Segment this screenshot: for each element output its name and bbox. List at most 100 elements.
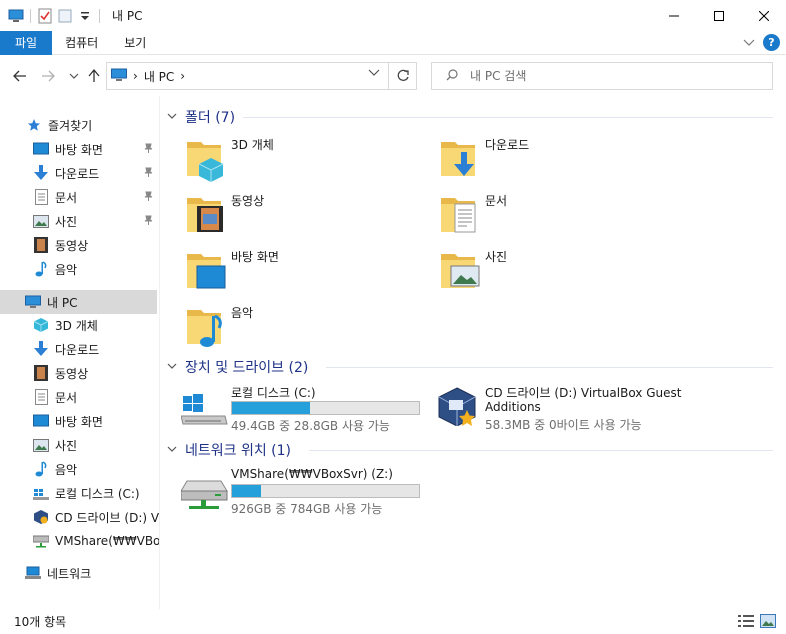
- drive-cd-d[interactable]: CD 드라이브 (D:) VirtualBox Guest Additions …: [435, 384, 735, 434]
- up-button[interactable]: [84, 66, 104, 86]
- drive-local-disk-c[interactable]: 로컬 디스크 (C:) 49.4GB 중 28.8GB 사용 가능: [181, 384, 441, 434]
- close-button[interactable]: [741, 0, 786, 31]
- large-icons-view-icon[interactable]: [760, 614, 776, 631]
- videos-icon: [33, 365, 49, 381]
- ribbon-tabs: 파일 컴퓨터 보기 ?: [0, 30, 786, 55]
- tab-view[interactable]: 보기: [111, 31, 159, 55]
- group-header-folders[interactable]: 폴더 (7): [167, 107, 235, 127]
- address-bar[interactable]: › 내 PC ›: [106, 62, 389, 90]
- network-drive-icon: [181, 480, 228, 509]
- nav-label: 바탕 화면: [55, 414, 103, 429]
- drive-name: CD 드라이브 (D:) VirtualBox Guest: [485, 386, 682, 400]
- nav-quick-music[interactable]: 음악: [0, 257, 157, 281]
- minimize-button[interactable]: [651, 0, 696, 31]
- nav-label: 바탕 화면: [55, 142, 103, 157]
- nav-label: 문서: [55, 190, 78, 205]
- search-input[interactable]: [470, 69, 750, 83]
- address-dropdown-button[interactable]: [368, 69, 380, 80]
- address-row: › 내 PC ›: [0, 56, 786, 96]
- nav-label: 동영상: [55, 366, 89, 381]
- folder-music[interactable]: 음악: [185, 304, 425, 356]
- nav-quick-pictures[interactable]: 사진: [0, 209, 157, 233]
- breadcrumb-separator[interactable]: ›: [180, 69, 185, 83]
- nav-quick-videos[interactable]: 동영상: [0, 233, 157, 257]
- maximize-button[interactable]: [696, 0, 741, 31]
- nav-label: 음악: [55, 462, 78, 477]
- nav-quick-desktop[interactable]: 바탕 화면: [0, 137, 157, 161]
- nav-quick-downloads[interactable]: 다운로드: [0, 161, 157, 185]
- toolbar-separator: [30, 8, 31, 23]
- help-button[interactable]: ?: [763, 34, 780, 51]
- folder-desktop[interactable]: 바탕 화면: [185, 248, 425, 300]
- folder-label: 다운로드: [485, 138, 530, 152]
- recent-locations-button[interactable]: [64, 66, 84, 86]
- group-title: 장치 및 드라이브 (2): [185, 360, 309, 376]
- drive-usage-bar: [231, 401, 420, 415]
- nav-this-pc[interactable]: 내 PC: [0, 290, 157, 314]
- folder-label: 문서: [485, 194, 508, 208]
- folder-videos[interactable]: 동영상: [185, 192, 425, 244]
- download-icon: [33, 341, 49, 357]
- search-box[interactable]: [431, 62, 773, 90]
- nav-label: 사진: [55, 214, 78, 229]
- window-title: 내 PC: [112, 9, 143, 23]
- ribbon-right-controls: ?: [743, 34, 780, 51]
- videos-icon: [33, 237, 49, 253]
- computer-icon[interactable]: [8, 8, 24, 24]
- folder-downloads[interactable]: 다운로드: [439, 136, 679, 188]
- group-header-network[interactable]: 네트워크 위치 (1): [167, 440, 291, 460]
- nav-network[interactable]: 네트워크: [0, 561, 157, 585]
- tab-computer[interactable]: 컴퓨터: [52, 31, 111, 55]
- folder-pictures[interactable]: 사진: [439, 248, 679, 300]
- new-folder-icon[interactable]: [57, 8, 73, 24]
- nav-pc-cd-drive[interactable]: CD 드라이브 (D:) V: [0, 505, 159, 529]
- nav-pc-pictures[interactable]: 사진: [0, 433, 157, 457]
- customize-toolbar-icon[interactable]: [77, 8, 93, 24]
- nav-label: VMShare(₩₩VBoxS: [55, 534, 160, 548]
- computer-icon: [25, 294, 41, 310]
- drive-space-info: 49.4GB 중 28.8GB 사용 가능: [231, 419, 390, 433]
- breadcrumb-this-pc[interactable]: 내 PC: [144, 68, 174, 85]
- group-title: 폴더 (7): [185, 110, 236, 126]
- music-icon: [33, 261, 49, 277]
- breadcrumb-separator[interactable]: ›: [133, 69, 138, 83]
- folder-documents[interactable]: 문서: [439, 192, 679, 244]
- pictures-icon: [33, 213, 49, 229]
- nav-pc-music[interactable]: 음악: [0, 457, 157, 481]
- drive-network-z[interactable]: VMShare(₩₩VBoxSvr) (Z:) 926GB 중 784GB 사용…: [181, 467, 441, 517]
- desktop-icon: [187, 254, 226, 289]
- nav-pc-network-drive[interactable]: VMShare(₩₩VBoxS: [0, 529, 160, 553]
- cd-drive-icon: [33, 509, 49, 525]
- title-bar: 내 PC: [0, 0, 786, 31]
- nav-pc-local-disk[interactable]: 로컬 디스크 (C:): [0, 481, 157, 505]
- download-icon: [33, 165, 49, 181]
- pictures-icon: [33, 437, 49, 453]
- nav-pc-documents[interactable]: 문서: [0, 385, 157, 409]
- nav-pc-3d-objects[interactable]: 3D 개체: [0, 313, 157, 337]
- drive-space-info: 58.3MB 중 0바이트 사용 가능: [485, 418, 642, 432]
- item-count: 10개 항목: [14, 615, 67, 629]
- nav-quick-access[interactable]: 즐겨찾기: [0, 113, 157, 137]
- tab-file[interactable]: 파일: [0, 30, 53, 55]
- documents-icon: [33, 389, 49, 405]
- folder-label: 음악: [231, 306, 254, 320]
- window-controls: [651, 0, 786, 31]
- group-divider: [243, 117, 773, 118]
- nav-label: 로컬 디스크 (C:): [55, 486, 140, 501]
- folder-3d-objects[interactable]: 3D 개체: [185, 136, 425, 188]
- group-header-devices[interactable]: 장치 및 드라이브 (2): [167, 357, 308, 377]
- forward-button[interactable]: [38, 66, 58, 86]
- nav-pc-downloads[interactable]: 다운로드: [0, 337, 157, 361]
- nav-label: 다운로드: [55, 342, 100, 357]
- properties-icon[interactable]: [37, 8, 53, 24]
- expand-ribbon-button[interactable]: [743, 36, 755, 50]
- details-view-icon[interactable]: [738, 614, 754, 631]
- nav-pc-videos[interactable]: 동영상: [0, 361, 157, 385]
- virtualbox-cd-icon: [438, 387, 476, 426]
- back-button[interactable]: [10, 66, 30, 86]
- nav-pc-desktop[interactable]: 바탕 화면: [0, 409, 157, 433]
- refresh-button[interactable]: [389, 62, 417, 90]
- navigation-pane: 즐겨찾기 바탕 화면 다운로드 문서 사진 동영상 음악 내 PC 3D 개체 …: [0, 96, 160, 609]
- nav-quick-documents[interactable]: 문서: [0, 185, 157, 209]
- local-disk-icon: [33, 485, 49, 501]
